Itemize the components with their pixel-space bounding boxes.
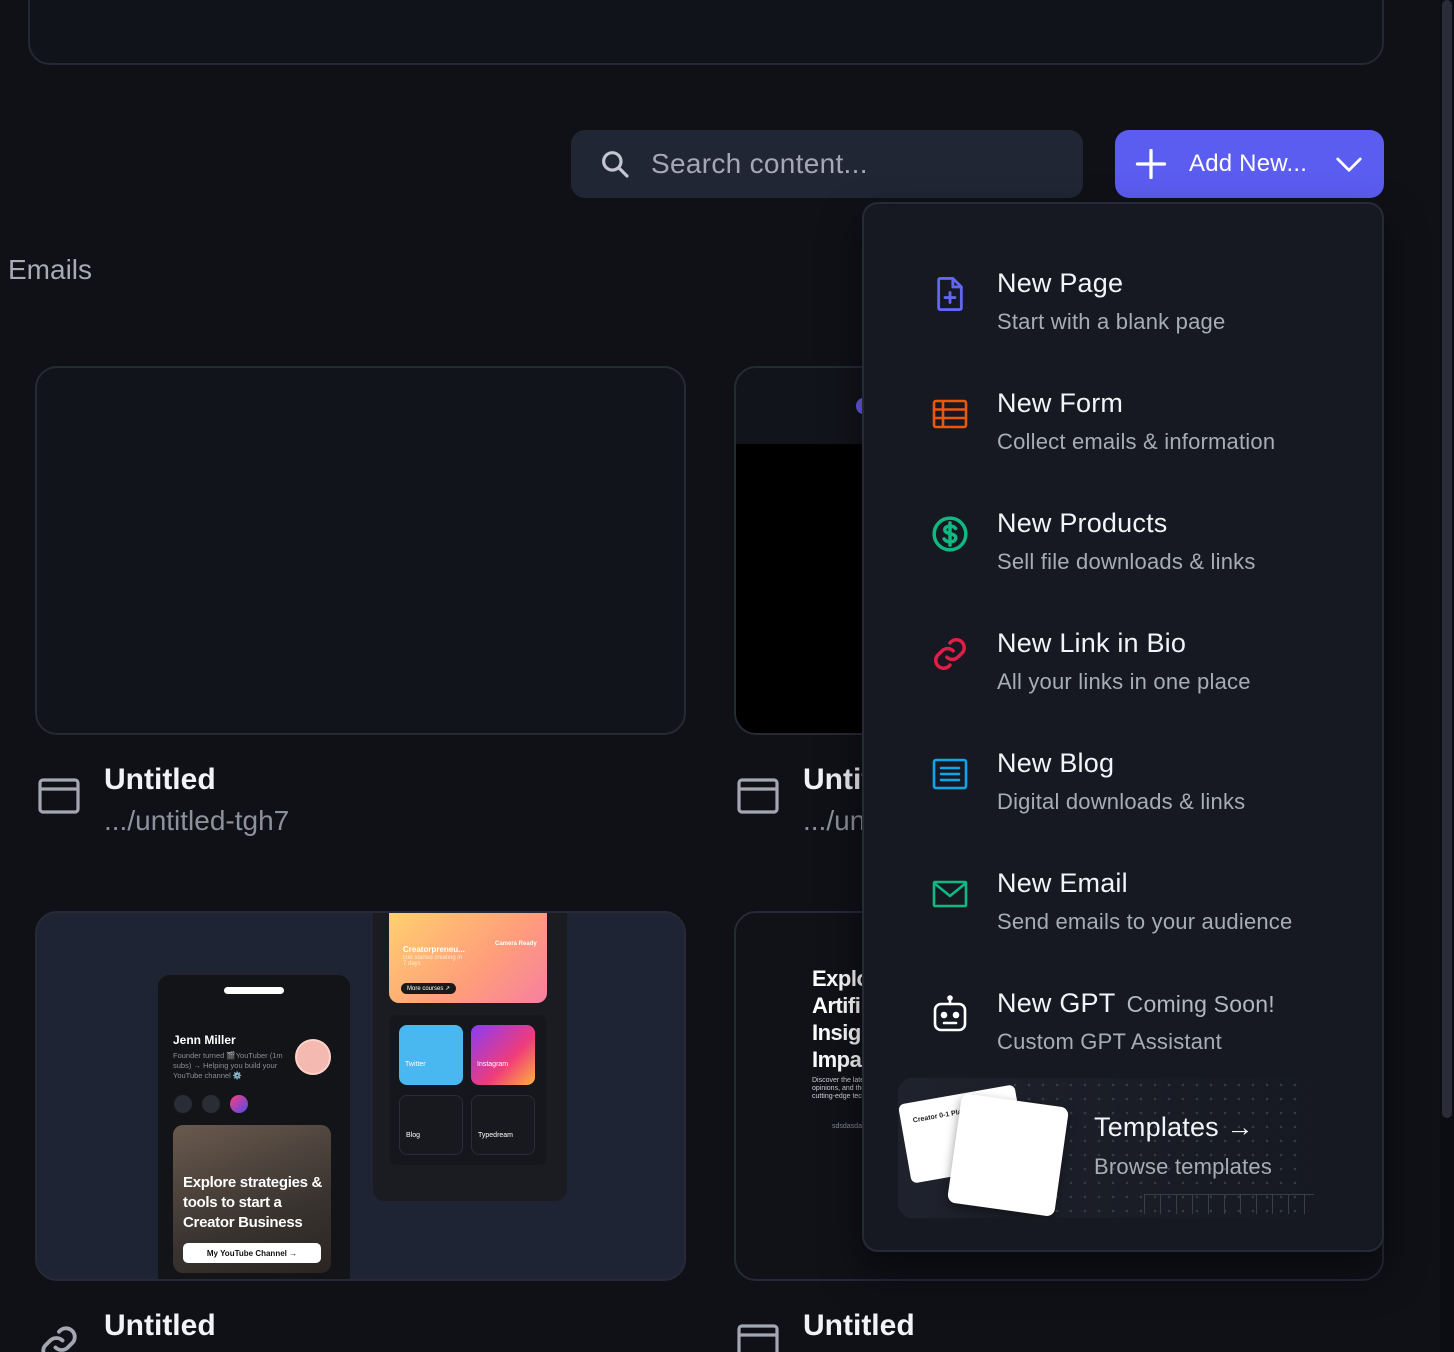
avatar [295,1039,331,1075]
search-input[interactable] [651,148,1051,180]
headline-line: Explo [812,966,870,991]
top-panel [28,0,1384,65]
menu-item-new-link-in-bio[interactable]: New Link in Bio All your links in one pl… [864,604,1382,704]
add-new-dropdown: New Page Start with a blank page New For… [862,202,1384,1252]
youtube-icon [174,1095,192,1113]
link-icon [930,634,970,674]
menu-item-title-text: New GPT [997,988,1115,1018]
search-box[interactable] [571,130,1083,198]
content-card-meta[interactable]: Untit .../un [737,763,871,837]
card-title: Untitled [104,1309,216,1342]
add-new-label: Add New... [1189,150,1308,177]
menu-item-subtitle: Sell file downloads & links [997,549,1256,574]
card-title: Untitled [803,1309,915,1342]
content-card-meta[interactable]: Untitled [737,1309,915,1352]
robot-icon [930,994,970,1034]
course-badge: Camera Ready [495,941,537,947]
instagram-icon [230,1095,248,1113]
browser-window-icon [737,1324,779,1352]
search-icon [602,151,629,178]
plus-icon [1135,148,1167,180]
headline-line: Impa [812,1047,862,1072]
profile-bio: Founder turned 🎬YouTuber (1m subs) → Hel… [173,1051,283,1080]
scrollbar-thumb[interactable] [1442,0,1452,1118]
menu-item-subtitle: All your links in one place [997,669,1251,694]
photo-cta-button: My YouTube Channel → [183,1243,321,1263]
chevron-down-icon [1336,157,1362,172]
menu-item-title: New Form [997,388,1124,418]
content-card-preview[interactable]: Jenn Miller Founder turned 🎬YouTuber (1m… [35,911,686,1281]
form-icon [930,394,970,434]
menu-item-new-blog[interactable]: New Blog Digital downloads & links [864,724,1382,824]
menu-item-subtitle: Send emails to your audience [997,909,1293,934]
menu-item-title: New GPT Coming Soon! [997,988,1275,1019]
menu-item-new-products[interactable]: New Products Sell file downloads & links [864,484,1382,584]
course-subtitle: Get started creating in 7 days [403,955,463,967]
add-new-button[interactable]: Add New... [1115,130,1384,198]
content-card-meta[interactable]: Untitled [38,1309,216,1352]
menu-item-title: New Link in Bio [997,628,1187,658]
tablet-preview: Creatorpreneu... Get started creating in… [373,913,567,1201]
menu-item-title: New Email [997,868,1128,898]
ruler-decoration [1144,1194,1314,1214]
menu-item-new-email[interactable]: New Email Send emails to your audience [864,844,1382,944]
headline-line: Insig [812,1020,861,1045]
menu-item-subtitle: Custom GPT Assistant [997,1029,1222,1054]
profile-photo: Explore strategies & tools to start a Cr… [173,1125,331,1273]
course-title: Creatorpreneu... [403,945,465,954]
menu-item-new-form[interactable]: New Form Collect emails & information [864,364,1382,464]
tiktok-icon [202,1095,220,1113]
browser-window-icon [38,778,80,814]
template-preview-card [946,1093,1070,1217]
card-slug: .../untitled-tgh7 [104,805,290,836]
blog-headline: Explo Artifi Insig Impa [812,965,870,1073]
link-icon [41,1326,77,1352]
menu-item-subtitle: Collect emails & information [997,429,1276,454]
instagram-tile: Instagram [471,1025,535,1085]
tile-label: Typedream [478,1132,514,1139]
mail-icon [930,874,970,914]
headline-line: Artifi [812,993,861,1018]
content-card-meta[interactable]: Untitled .../untitled-tgh7 [38,763,289,837]
phone-preview: Jenn Miller Founder turned 🎬YouTuber (1m… [158,975,350,1279]
course-banner: Creatorpreneu... Get started creating in… [389,913,547,1003]
blog-tile: Blog [399,1095,463,1155]
section-title: Emails [8,254,93,285]
dollar-circle-icon [930,514,970,554]
content-card-preview[interactable] [35,366,686,735]
menu-item-subtitle: Digital downloads & links [997,789,1246,814]
menu-item-new-page[interactable]: New Page Start with a blank page [864,244,1382,344]
more-courses-button: More courses ↗ [401,983,457,994]
blog-tag: sdsdasdas [832,1123,866,1130]
profile-name: Jenn Miller [173,1033,236,1047]
templates-title: Templates → [1094,1112,1254,1142]
menu-item-new-gpt[interactable]: New GPT Coming Soon! Custom GPT Assistan… [864,964,1382,1064]
card-title: Untitled [104,763,216,796]
templates-subtitle: Browse templates [1094,1154,1273,1179]
photo-headline: Explore strategies & tools to start a Cr… [183,1174,323,1231]
menu-item-title: New Blog [997,748,1115,778]
tile-label: Instagram [477,1061,509,1068]
phone-notch [224,987,284,994]
newspaper-icon [930,754,970,794]
link-tiles: Twitter Instagram Blog Typedream [389,1015,547,1165]
tile-label: Blog [406,1132,421,1139]
coming-soon-badge: Coming Soon! [1126,991,1275,1017]
twitter-tile: Twitter [399,1025,463,1085]
menu-item-title: New Products [997,508,1168,538]
file-plus-icon [930,274,970,314]
browser-window-icon [737,778,779,814]
menu-item-subtitle: Start with a blank page [997,309,1226,334]
templates-banner[interactable]: Creator 0-1 Playbook Templates → Browse … [898,1078,1318,1218]
menu-item-title: New Page [997,268,1124,298]
typedream-tile: Typedream [471,1095,535,1155]
tile-label: Twitter [405,1061,426,1068]
scrollbar-track[interactable] [1440,0,1454,1352]
